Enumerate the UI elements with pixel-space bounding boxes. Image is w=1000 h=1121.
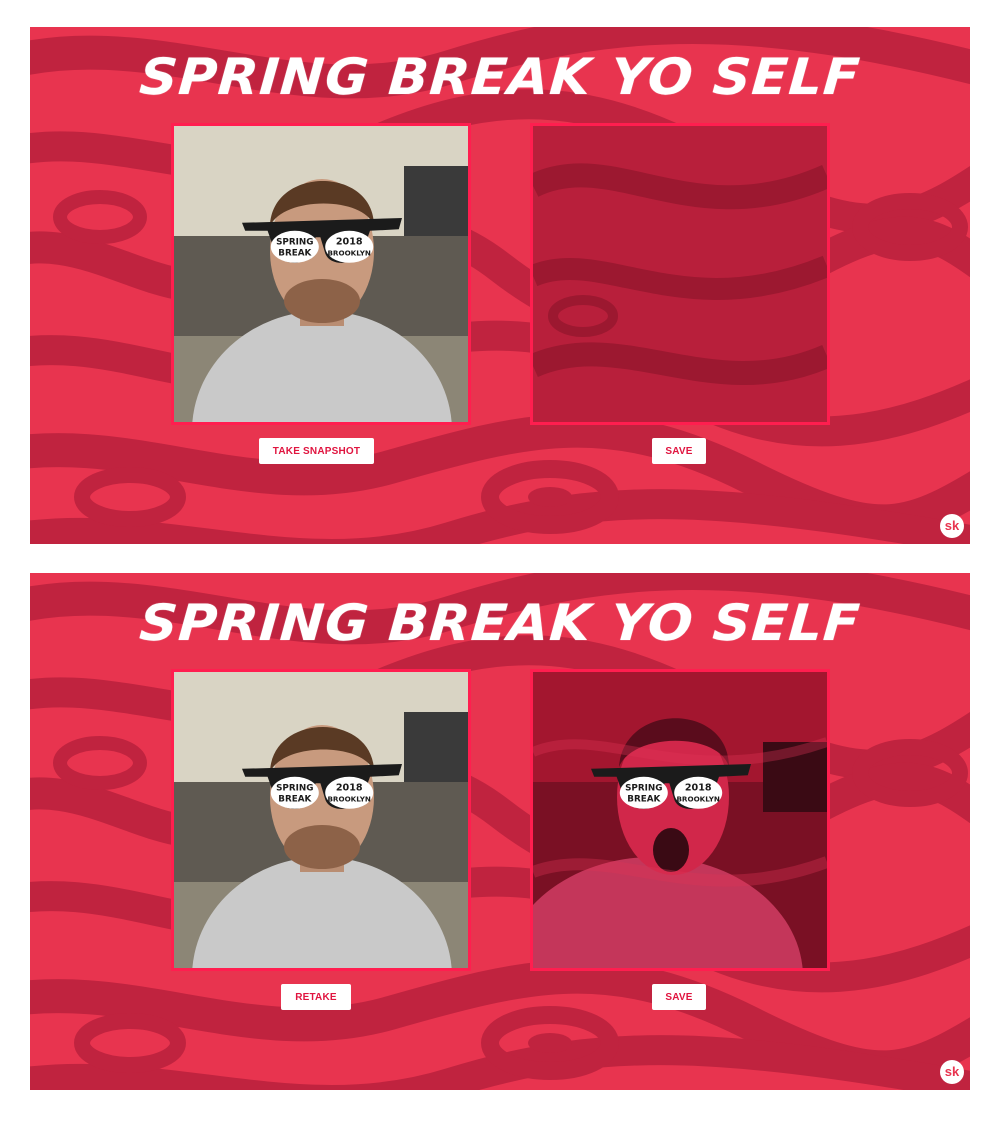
svg-text:2018: 2018 [336, 236, 363, 247]
svg-text:BROOKLYN: BROOKLYN [327, 795, 370, 804]
snapshot-preview-empty [530, 123, 830, 425]
photobooth-panel-1: SPRING BREAK YO SELF SPRING BREAK 2018 B… [30, 27, 970, 544]
svg-text:BREAK: BREAK [627, 795, 661, 805]
save-button[interactable]: SAVE [652, 438, 706, 464]
save-button[interactable]: SAVE [652, 984, 706, 1010]
webcam-feed: SPRING BREAK 2018 BROOKLYN [171, 669, 471, 971]
svg-text:2018: 2018 [685, 782, 712, 793]
svg-text:BROOKLYN: BROOKLYN [327, 249, 370, 258]
svg-text:SPRING: SPRING [625, 783, 662, 793]
svg-text:BREAK: BREAK [278, 795, 312, 805]
webcam-image: SPRING BREAK 2018 BROOKLYN [174, 126, 468, 422]
sk-logo-icon: sk [940, 514, 964, 538]
page-title: SPRING BREAK YO SELF [137, 48, 863, 106]
webcam-feed: SPRING BREAK 2018 BROOKLYN [171, 123, 471, 425]
svg-text:BROOKLYN: BROOKLYN [676, 795, 719, 804]
svg-text:SPRING: SPRING [276, 237, 313, 247]
sk-logo-icon: sk [940, 1060, 964, 1084]
snapshot-image: SPRING BREAK 2018 BROOKLYN [533, 672, 827, 968]
svg-text:2018: 2018 [336, 782, 363, 793]
webcam-image: SPRING BREAK 2018 BROOKLYN [174, 672, 468, 968]
page-title: SPRING BREAK YO SELF [137, 594, 863, 652]
svg-text:SPRING: SPRING [276, 783, 313, 793]
take-snapshot-button[interactable]: TAKE SNAPSHOT [259, 438, 374, 464]
snapshot-preview: SPRING BREAK 2018 BROOKLYN [530, 669, 830, 971]
retake-button[interactable]: RETAKE [281, 984, 351, 1010]
photobooth-panel-2: SPRING BREAK YO SELF SPRING BREAK 2018 B… [30, 573, 970, 1090]
empty-snapshot-placeholder [533, 126, 827, 422]
svg-text:BREAK: BREAK [278, 249, 312, 259]
